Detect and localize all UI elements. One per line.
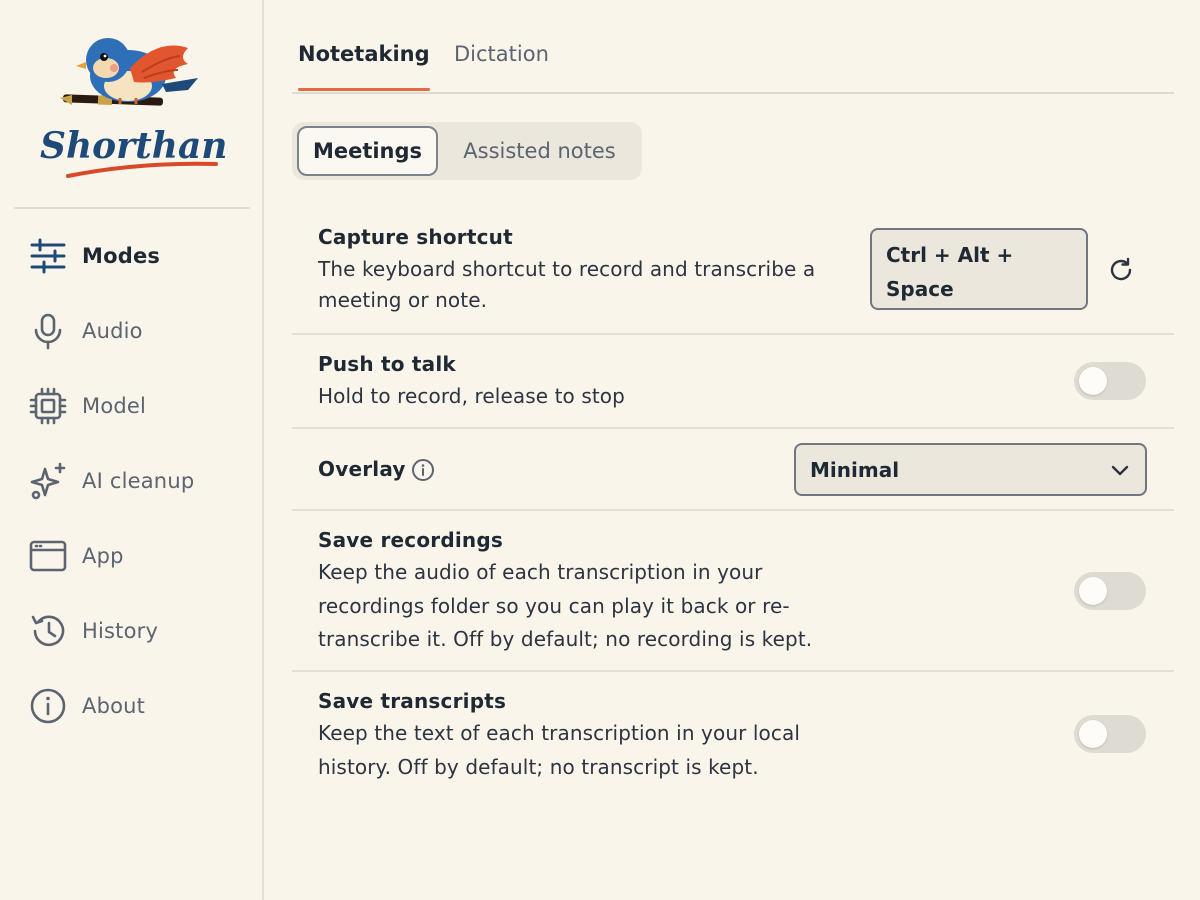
push-to-talk-desc: Hold to record, release to stop [318, 384, 625, 408]
capture-shortcut-title: Capture shortcut [318, 225, 513, 249]
microphone-icon [27, 310, 69, 352]
push-to-talk-toggle[interactable] [1074, 362, 1146, 400]
overlay-title: Overlay [318, 457, 406, 481]
segment-meetings[interactable]: Meetings [297, 126, 438, 176]
row-divider [292, 509, 1174, 511]
sidebar-item-app[interactable]: App [0, 518, 262, 593]
save-recordings-desc-line2: recordings folder so you can play it bac… [318, 594, 790, 618]
sidebar: Shorthand Modes [0, 0, 264, 900]
shorthand-logo: Shorthand [38, 28, 253, 188]
logo-wordmark: Shorthand [40, 125, 228, 167]
save-transcripts-toggle[interactable] [1074, 715, 1146, 753]
settings-window: Shorthand Modes [0, 0, 1200, 900]
toggle-knob [1079, 577, 1107, 605]
sidebar-item-label: History [82, 618, 159, 643]
sliders-icon [27, 235, 69, 277]
overlay-select[interactable]: Minimal [794, 443, 1147, 496]
chevron-down-icon [1109, 459, 1131, 481]
sidebar-item-label: Audio [82, 318, 143, 343]
sidebar-item-audio[interactable]: Audio [0, 293, 262, 368]
toggle-knob [1079, 720, 1107, 748]
sidebar-item-ai-cleanup[interactable]: AI cleanup [0, 443, 262, 518]
app-window-icon [27, 535, 69, 577]
toggle-knob [1079, 367, 1107, 395]
row-divider [292, 670, 1174, 672]
row-divider [292, 427, 1174, 429]
sidebar-item-history[interactable]: History [0, 593, 262, 668]
save-transcripts-title: Save transcripts [318, 689, 507, 713]
info-icon[interactable] [410, 457, 436, 483]
sidebar-divider [14, 207, 250, 209]
reset-icon[interactable] [1106, 255, 1136, 285]
segment-assisted-notes[interactable]: Assisted notes [442, 126, 637, 176]
capture-shortcut-desc-line1: The keyboard shortcut to record and tran… [318, 257, 816, 281]
sidebar-item-model[interactable]: Model [0, 368, 262, 443]
overlay-select-value: Minimal [810, 458, 900, 482]
save-transcripts-desc-line2: history. Off by default; no transcript i… [318, 755, 759, 779]
main-panel: Notetaking Dictation Meetings Assisted n… [264, 0, 1200, 900]
save-recordings-desc-line3: transcribe it. Off by default; no record… [318, 627, 813, 651]
info-circle-icon [27, 685, 69, 727]
tab-notetaking[interactable]: Notetaking [298, 42, 430, 91]
save-recordings-title: Save recordings [318, 528, 503, 552]
save-recordings-toggle[interactable] [1074, 572, 1146, 610]
sidebar-item-about[interactable]: About [0, 668, 262, 743]
sidebar-item-label: About [82, 693, 146, 718]
save-transcripts-desc-line1: Keep the text of each transcription in y… [318, 721, 800, 745]
push-to-talk-title: Push to talk [318, 352, 456, 376]
sidebar-item-label: App [82, 543, 124, 568]
history-icon [27, 610, 69, 652]
sidebar-item-label: AI cleanup [82, 468, 195, 493]
row-divider [292, 333, 1174, 335]
chip-icon [27, 385, 69, 427]
shortcut-input[interactable]: Ctrl + Alt + Space [870, 228, 1088, 310]
sidebar-item-modes[interactable]: Modes [0, 218, 262, 293]
sparkles-icon [27, 460, 69, 502]
sidebar-nav: Modes Audio Model AI cleanup App History… [0, 218, 262, 743]
sidebar-item-label: Modes [82, 243, 161, 268]
mode-tabs: Notetaking Dictation [292, 30, 1174, 94]
capture-shortcut-desc-line2: meeting or note. [318, 288, 488, 312]
save-recordings-desc-line1: Keep the audio of each transcription in … [318, 560, 763, 584]
tab-dictation[interactable]: Dictation [454, 42, 549, 88]
segmented-control: Meetings Assisted notes [292, 122, 642, 180]
shortcut-keys-line1: Ctrl + Alt + [886, 243, 1014, 267]
sidebar-item-label: Model [82, 393, 147, 418]
bird-logo-illustration: Shorthand [40, 38, 253, 178]
shortcut-keys-line2: Space [886, 277, 954, 301]
